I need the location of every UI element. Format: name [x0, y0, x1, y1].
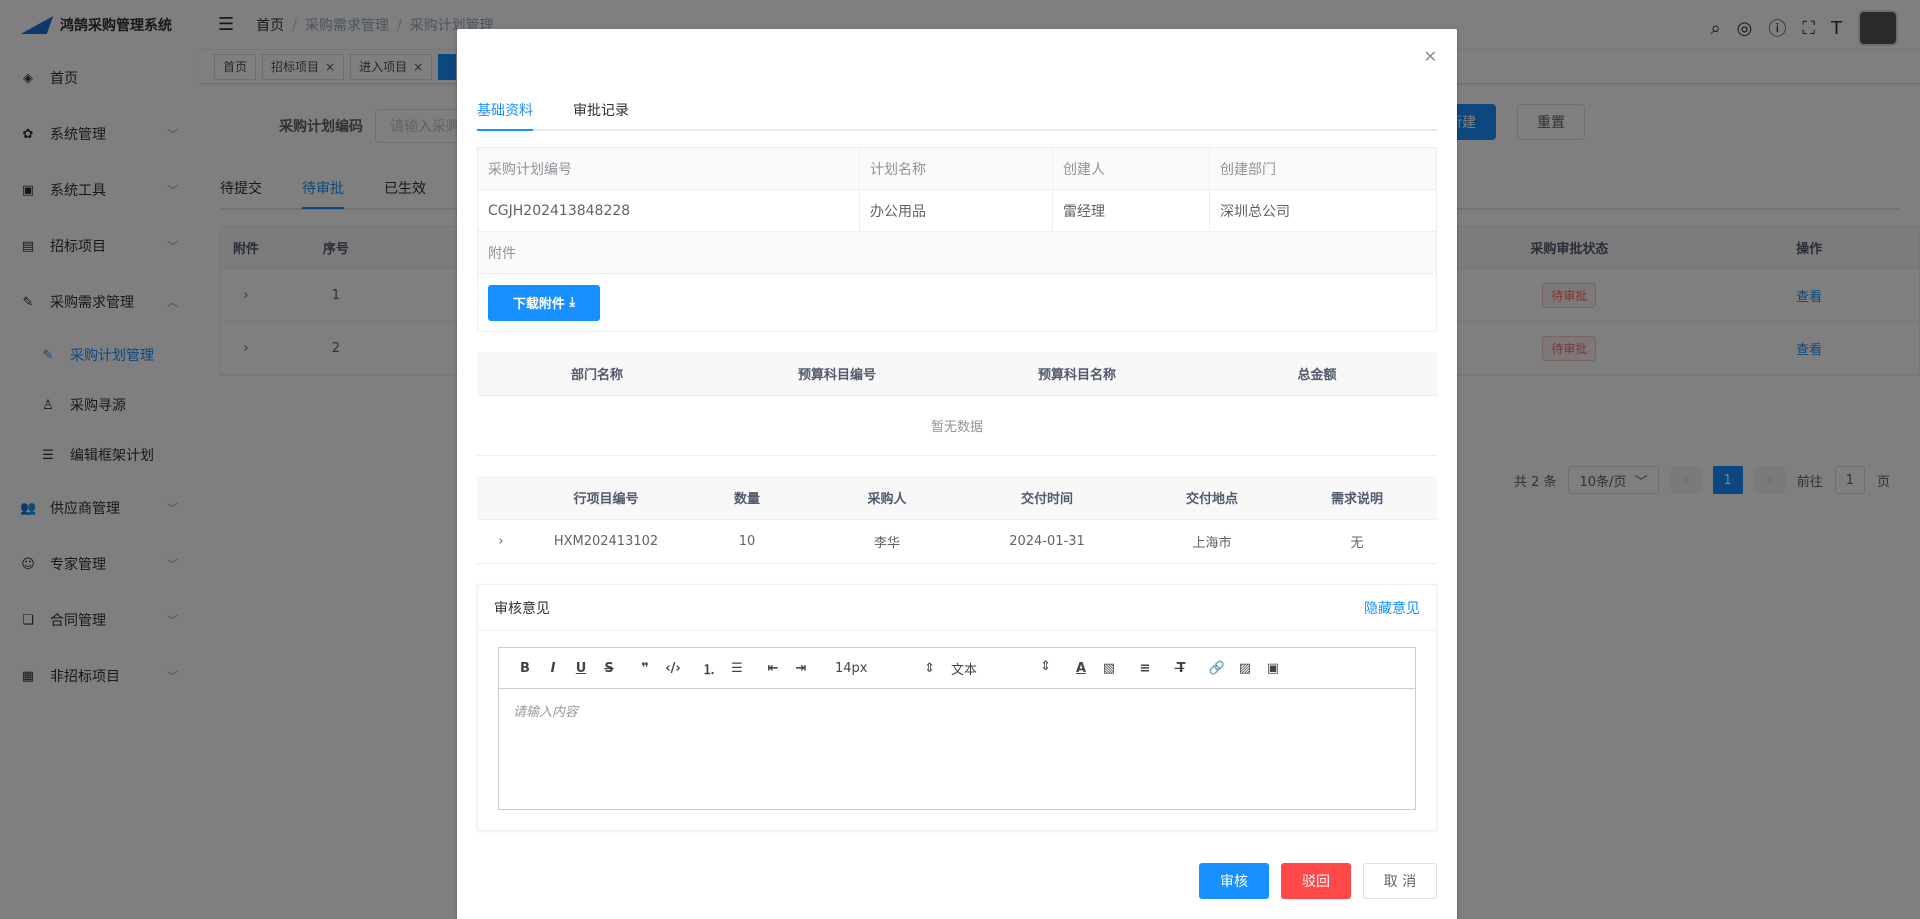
header-note: 需求说明	[1330, 492, 1383, 507]
blockquote-icon[interactable]: ❞	[631, 661, 659, 676]
desc-value-row: CGJH202413848228 办公用品 雷经理 深圳总公司	[478, 190, 1436, 232]
opinion-title: 审核意见	[494, 600, 550, 617]
opinion-card: 审核意见 隐藏意见 B I U S ❞ ‹/› ⒈ ☰ ⇤ ⇥ 14px ⇕ 文本…	[477, 584, 1437, 831]
desc-label-row: 采购计划编号 计划名称 创建人 创建部门	[478, 148, 1436, 190]
cell-quantity: 10	[738, 534, 756, 549]
download-attachment-button[interactable]: 下载附件 ⤓	[488, 284, 600, 321]
link-icon[interactable]: 🔗	[1203, 661, 1231, 676]
cell-buyer: 李华	[873, 536, 900, 551]
bold-icon[interactable]: B	[511, 661, 539, 676]
plan-description: 采购计划编号 计划名称 创建人 创建部门 CGJH202413848228 办公…	[477, 147, 1437, 332]
dialog-footer: 审核 驳回 取 消	[1199, 863, 1437, 899]
label-plan-code: 采购计划编号	[478, 148, 860, 189]
cell-line-code: HXM202413102	[553, 534, 659, 549]
opinion-header: 审核意见 隐藏意见	[478, 585, 1436, 631]
header-budget-name: 预算科目名称	[1037, 368, 1116, 383]
close-icon[interactable]: ✕	[1424, 47, 1437, 66]
value-creator: 雷经理	[1053, 190, 1210, 231]
download-icon: ⤓	[564, 295, 576, 310]
clear-format-icon[interactable]: T̶	[1167, 661, 1195, 676]
budget-table: 部门名称 预算科目编号 预算科目名称 总金额 暂无数据	[477, 352, 1437, 456]
table-header: 部门名称 预算科目编号 预算科目名称 总金额	[477, 352, 1437, 396]
header-buyer: 采购人	[867, 492, 907, 507]
header-delivery-date: 交付时间	[1020, 492, 1073, 507]
tab-approval-record[interactable]: 审批记录	[573, 95, 629, 131]
desc-attach-row: 附件	[478, 232, 1436, 274]
video-icon[interactable]: ▣	[1259, 661, 1287, 676]
header-quantity: 数量	[733, 492, 760, 507]
header-line-code: 行项目编号	[573, 492, 639, 507]
updown-icon: ⇕	[924, 660, 935, 676]
background-color-icon[interactable]: ▧	[1095, 661, 1123, 676]
label-attachment: 附件	[488, 245, 516, 262]
label-creator: 创建人	[1053, 148, 1210, 189]
font-size-select[interactable]: 14px ⇕	[835, 661, 935, 676]
value-plan-code: CGJH202413848228	[478, 190, 860, 231]
dialog-tabs: 基础资料 审批记录	[477, 95, 1437, 131]
header-budget-code: 预算科目编号	[797, 368, 876, 383]
table-header: 行项目编号 数量 采购人 交付时间 交付地点 需求说明	[477, 476, 1437, 520]
header-dept-name: 部门名称	[570, 368, 623, 383]
dialog-body: 基础资料 审批记录 采购计划编号 计划名称 创建人 创建部门 CGJH20241…	[477, 95, 1437, 831]
cell-note: 无	[1350, 536, 1364, 551]
approve-button[interactable]: 审核	[1199, 863, 1269, 899]
updown-icon: ⇕	[1040, 658, 1051, 674]
cancel-button[interactable]: 取 消	[1363, 863, 1437, 899]
item-table: 行项目编号 数量 采购人 交付时间 交付地点 需求说明 › HXM2024131…	[477, 476, 1437, 564]
editor-toolbar: B I U S ❞ ‹/› ⒈ ☰ ⇤ ⇥ 14px ⇕ 文本 ⇕ A ▧ ≡ T̶	[499, 648, 1415, 689]
font-size-value: 14px	[835, 660, 868, 676]
header-delivery-place: 交付地点	[1185, 492, 1238, 507]
strike-icon[interactable]: S	[595, 661, 623, 676]
reject-button[interactable]: 驳回	[1281, 863, 1351, 899]
rich-text-editor: B I U S ❞ ‹/› ⒈ ☰ ⇤ ⇥ 14px ⇕ 文本 ⇕ A ▧ ≡ T̶	[498, 647, 1416, 810]
italic-icon[interactable]: I	[539, 661, 567, 676]
expand-icon[interactable]: ›	[477, 534, 525, 549]
ordered-list-icon[interactable]: ⒈	[695, 659, 723, 678]
label-plan-name: 计划名称	[860, 148, 1053, 189]
value-plan-name: 办公用品	[860, 190, 1053, 231]
text-style-select[interactable]: 文本 ⇕	[951, 659, 1051, 678]
cell-delivery-date: 2024-01-31	[1009, 534, 1085, 549]
header-total-amount: 总金额	[1297, 368, 1337, 383]
empty-text: 暂无数据	[477, 396, 1437, 456]
code-block-icon[interactable]: ‹/›	[659, 661, 687, 676]
cell-delivery-place: 上海市	[1192, 536, 1232, 551]
bullet-list-icon[interactable]: ☰	[723, 661, 751, 676]
indent-icon[interactable]: ⇥	[787, 661, 815, 676]
opinion-editor-input[interactable]: 请输入内容	[499, 689, 1415, 809]
align-icon[interactable]: ≡	[1131, 661, 1159, 676]
outdent-icon[interactable]: ⇤	[759, 661, 787, 676]
value-department: 深圳总公司	[1220, 203, 1290, 220]
tab-basic-info[interactable]: 基础资料	[477, 95, 533, 131]
desc-download-row: 下载附件 ⤓	[478, 274, 1436, 331]
font-color-icon[interactable]: A	[1067, 661, 1095, 676]
underline-icon[interactable]: U	[567, 661, 595, 676]
text-style-value: 文本	[951, 662, 978, 678]
approval-dialog: ✕ 基础资料 审批记录 采购计划编号 计划名称 创建人 创建部门 CGJH202…	[457, 29, 1457, 919]
label-department: 创建部门	[1220, 161, 1276, 178]
hide-opinion-link[interactable]: 隐藏意见	[1364, 598, 1420, 618]
download-button-label: 下载附件	[512, 297, 565, 312]
table-row: › HXM202413102 10 李华 2024-01-31 上海市 无	[477, 520, 1437, 564]
image-icon[interactable]: ▨	[1231, 661, 1259, 676]
